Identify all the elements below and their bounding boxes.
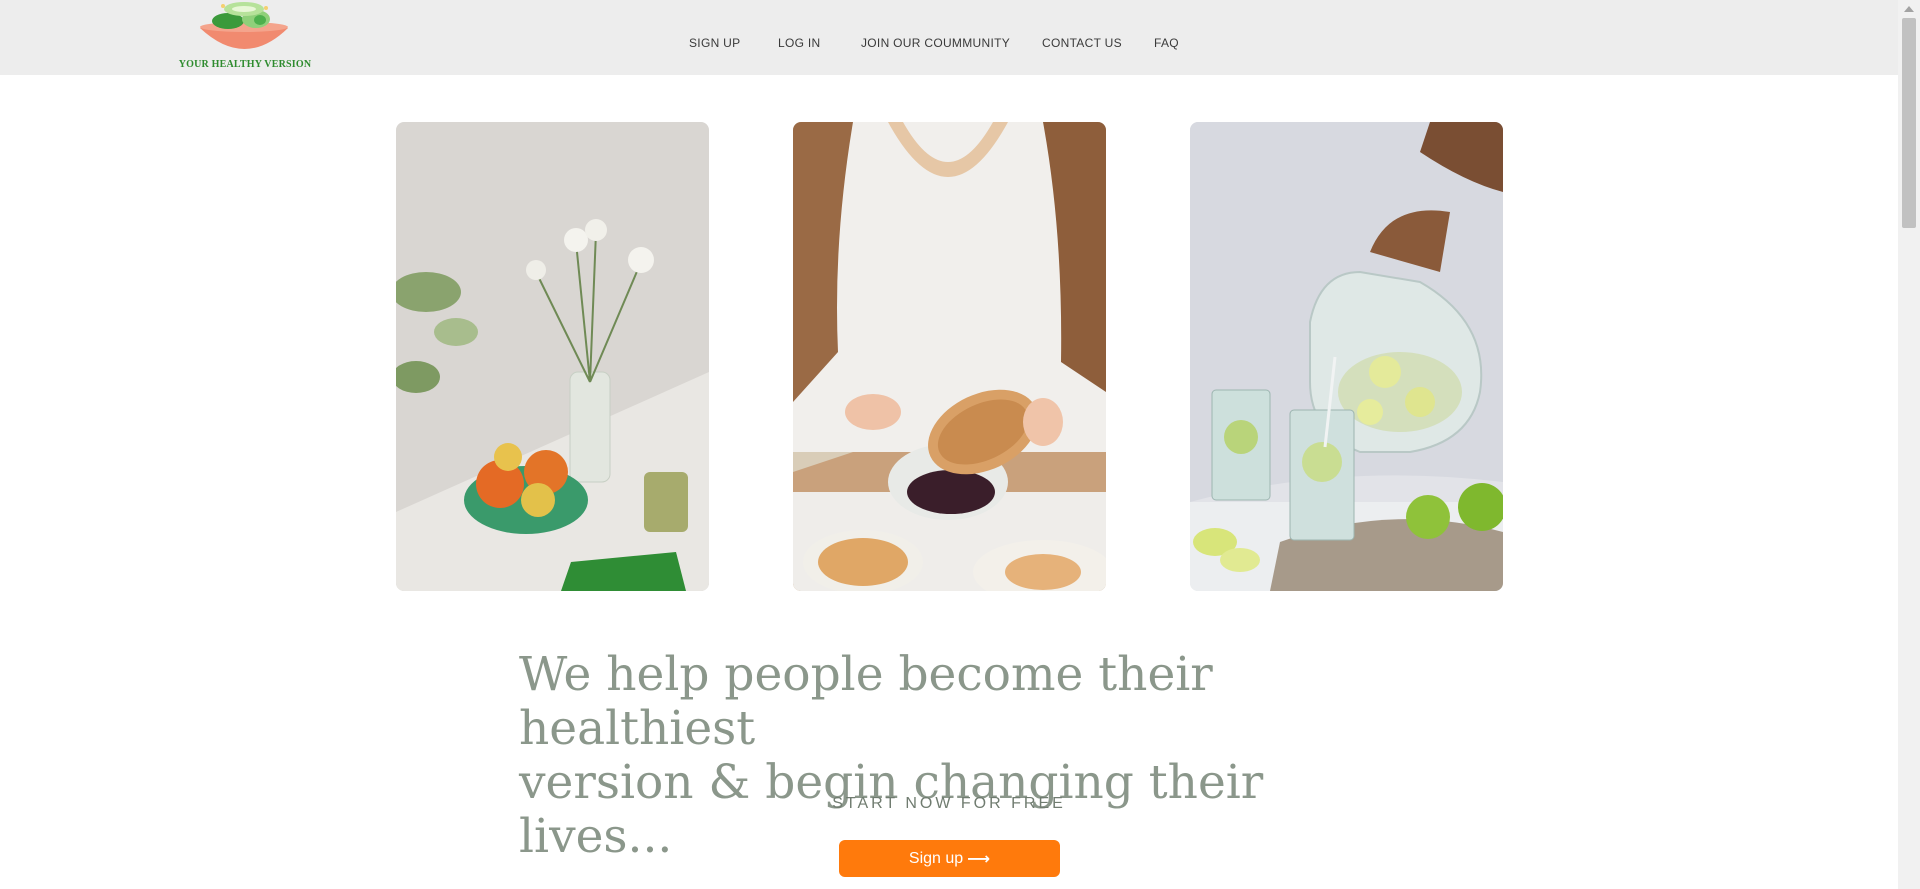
- nav-faq[interactable]: FAQ: [1154, 36, 1179, 50]
- scrollbar-thumb[interactable]: [1902, 18, 1916, 228]
- scroll-up-arrow-icon[interactable]: [1904, 6, 1914, 12]
- gallery-image-toast: [793, 122, 1106, 591]
- flowers-and-fruit-bowl-photo: [396, 122, 709, 591]
- hero-headline-line-1: We help people become their healthiest: [519, 647, 1213, 756]
- peanut-butter-toast-photo: [793, 122, 1106, 591]
- hero-headline: We help people become their healthiest v…: [519, 648, 1419, 864]
- vertical-scrollbar[interactable]: [1898, 0, 1920, 889]
- nav-log-in[interactable]: LOG IN: [778, 36, 820, 50]
- sign-up-button[interactable]: Sign up ⟶: [839, 840, 1060, 877]
- hero-subhead: START NOW FOR FREE: [832, 795, 1066, 812]
- gallery-image-lemon-water: [1190, 122, 1503, 591]
- salad-bowl-logo-icon: [200, 2, 288, 49]
- site-logo[interactable]: YOUR HEALTHY VERSION: [178, 0, 312, 72]
- top-navbar: YOUR HEALTHY VERSION SIGN UP LOG IN JOIN…: [0, 0, 1898, 75]
- sign-up-button-label: Sign up: [908, 849, 964, 867]
- nav-contact-us[interactable]: CONTACT US: [1042, 36, 1122, 50]
- gallery-image-flowers: [396, 122, 709, 591]
- logo-text: YOUR HEALTHY VERSION: [178, 59, 312, 70]
- nav-sign-up[interactable]: SIGN UP: [689, 36, 740, 50]
- lemon-water-pitcher-photo: [1190, 122, 1503, 591]
- arrow-right-icon: ⟶: [967, 850, 991, 868]
- nav-join-community[interactable]: JOIN OUR COUMMUNITY: [861, 36, 1010, 50]
